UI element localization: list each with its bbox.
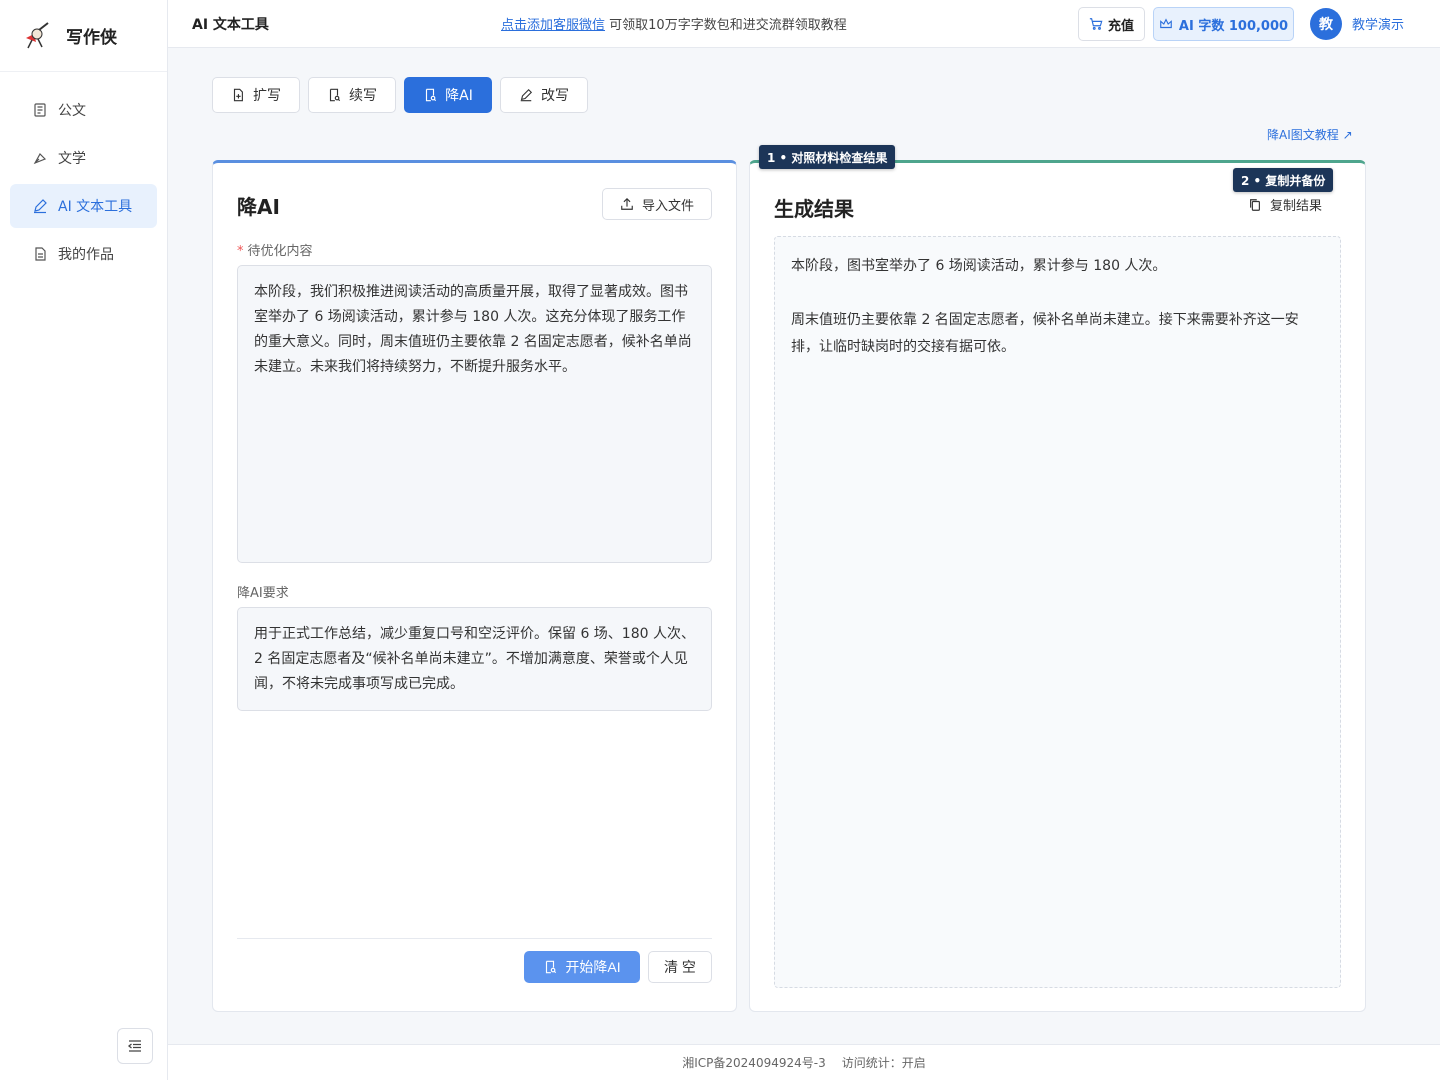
tab-label: 续写 bbox=[349, 88, 377, 104]
sidebar-item-ai-text-tools[interactable]: AI 文本工具 bbox=[10, 184, 157, 228]
icp-record[interactable]: 湘ICP备2024094924号-3 bbox=[682, 1054, 825, 1071]
sidebar-collapse-button[interactable] bbox=[117, 1028, 153, 1064]
result-panel: 生成结果 复制结果 本阶段，图书室举办了 6 场阅读活动，累计参与 180 人次… bbox=[749, 160, 1366, 1012]
sidebar-item-label: 公文 bbox=[58, 103, 86, 119]
notice-text: 可领取10万字字数包和进交流群领取教程 bbox=[605, 18, 847, 33]
brand-logo-icon bbox=[26, 21, 49, 48]
sidebar-item-label: 我的作品 bbox=[58, 247, 114, 263]
add-wechat-link[interactable]: 点击添加客服微信 bbox=[501, 18, 605, 33]
start-label: 开始降AI bbox=[565, 959, 621, 975]
requirement-field-label: 降AI要求 bbox=[237, 586, 289, 601]
user-name[interactable]: 教学演示 bbox=[1352, 14, 1404, 33]
file-search-icon bbox=[329, 88, 341, 102]
tab-label: 改写 bbox=[541, 88, 569, 104]
start-reduce-ai-button[interactable]: 开始降AI bbox=[524, 951, 640, 983]
input-panel-title: 降AI bbox=[237, 195, 280, 219]
brand[interactable]: 写作侠 bbox=[0, 0, 167, 72]
file-search-icon bbox=[546, 960, 557, 974]
quota-label: AI 字数 100,000 bbox=[1178, 18, 1289, 34]
tab-label: 降AI bbox=[445, 88, 473, 104]
result-paragraph: 本阶段，图书室举办了 6 场阅读活动，累计参与 180 人次。 bbox=[791, 258, 1167, 274]
sidebar: 写作侠 公文 文学 AI 文本工具 我的作品 bbox=[0, 0, 168, 1080]
content-textarea[interactable]: 本阶段，我们积极推进阅读活动的高质量开展，取得了显著成效。图书室举办了 6 场阅… bbox=[237, 265, 712, 563]
edit-pencil-icon bbox=[32, 198, 48, 214]
tutorial-link[interactable]: 降AI图文教程 ↗ bbox=[1267, 126, 1353, 143]
step-tag-copy-backup: 2 • 复制并备份 bbox=[1233, 168, 1334, 192]
page-title: AI 文本工具 bbox=[192, 16, 269, 33]
sidebar-nav: 公文 文学 AI 文本工具 我的作品 bbox=[0, 72, 167, 276]
input-panel: 降AI 导入文件 * 待优化内容 本阶段，我们积极推进阅读活动的高质量开展，取得了… bbox=[212, 160, 737, 1012]
file-search-icon bbox=[426, 88, 437, 102]
sidebar-item-literature[interactable]: 文学 bbox=[10, 136, 157, 180]
tab-continue[interactable]: 续写 bbox=[308, 77, 396, 113]
notice-banner: 点击添加客服微信 可领取10万字字数包和进交流群领取教程 bbox=[501, 14, 847, 33]
result-paragraph: 周末值班仍主要依靠 2 名固定志愿者，候补名单尚未建立。接下来需要补齐这一安排，… bbox=[791, 312, 1299, 355]
sidebar-item-my-works[interactable]: 我的作品 bbox=[10, 232, 157, 276]
import-file-button[interactable]: 导入文件 bbox=[602, 188, 712, 220]
brand-name: 写作侠 bbox=[66, 28, 117, 48]
recharge-label: 充值 bbox=[1107, 18, 1134, 34]
tool-tabs: 扩写 续写 降AI 改写 bbox=[212, 77, 588, 113]
import-file-label: 导入文件 bbox=[641, 198, 694, 214]
crown-icon bbox=[1160, 18, 1172, 29]
content-field-label: * 待优化内容 bbox=[237, 240, 313, 259]
result-output[interactable]: 本阶段，图书室举办了 6 场阅读活动，累计参与 180 人次。 周末值班仍主要依… bbox=[774, 236, 1341, 988]
pen-nib-icon bbox=[32, 150, 48, 166]
tab-reduce-ai[interactable]: 降AI bbox=[404, 77, 492, 113]
clear-button[interactable]: 清 空 bbox=[648, 951, 712, 983]
document-list-icon bbox=[32, 102, 48, 118]
result-panel-title: 生成结果 bbox=[774, 197, 854, 221]
file-icon bbox=[32, 246, 48, 262]
step-tag-check: 1 • 对照材料检查结果 bbox=[759, 145, 896, 169]
top-header: AI 文本工具 点击添加客服微信 可领取10万字字数包和进交流群领取教程 充值 … bbox=[168, 0, 1440, 48]
user-avatar[interactable]: 教 bbox=[1310, 8, 1342, 40]
required-mark: * bbox=[237, 244, 244, 259]
content-label-text: 待优化内容 bbox=[247, 244, 313, 259]
sidebar-item-label: 文学 bbox=[58, 151, 86, 167]
visit-stats: 访问统计：开启 bbox=[841, 1056, 926, 1070]
copy-icon bbox=[1250, 198, 1260, 211]
footer: 湘ICP备2024094924号-3 访问统计：开启 bbox=[168, 1044, 1440, 1080]
copy-result-label: 复制结果 bbox=[1270, 199, 1323, 214]
divider bbox=[237, 938, 712, 939]
sidebar-item-label: AI 文本工具 bbox=[58, 199, 133, 215]
tab-rewrite[interactable]: 改写 bbox=[500, 77, 588, 113]
sidebar-item-official-docs[interactable]: 公文 bbox=[10, 88, 157, 132]
upload-icon bbox=[621, 197, 633, 210]
tab-label: 扩写 bbox=[253, 88, 281, 104]
requirement-textarea[interactable]: 用于正式工作总结，减少重复口号和空泛评价。保留 6 场、180 人次、2 名固定… bbox=[237, 607, 712, 711]
menu-collapse-icon bbox=[127, 1040, 141, 1052]
cart-icon bbox=[1089, 18, 1103, 30]
tab-expand[interactable]: 扩写 bbox=[212, 77, 300, 113]
edit-pencil-icon bbox=[520, 88, 533, 102]
ai-quota-badge[interactable]: AI 字数 100,000 bbox=[1153, 7, 1294, 41]
copy-result-button[interactable]: 复制结果 bbox=[1248, 195, 1322, 214]
recharge-button[interactable]: 充值 bbox=[1078, 7, 1145, 41]
file-plus-icon bbox=[233, 88, 243, 102]
